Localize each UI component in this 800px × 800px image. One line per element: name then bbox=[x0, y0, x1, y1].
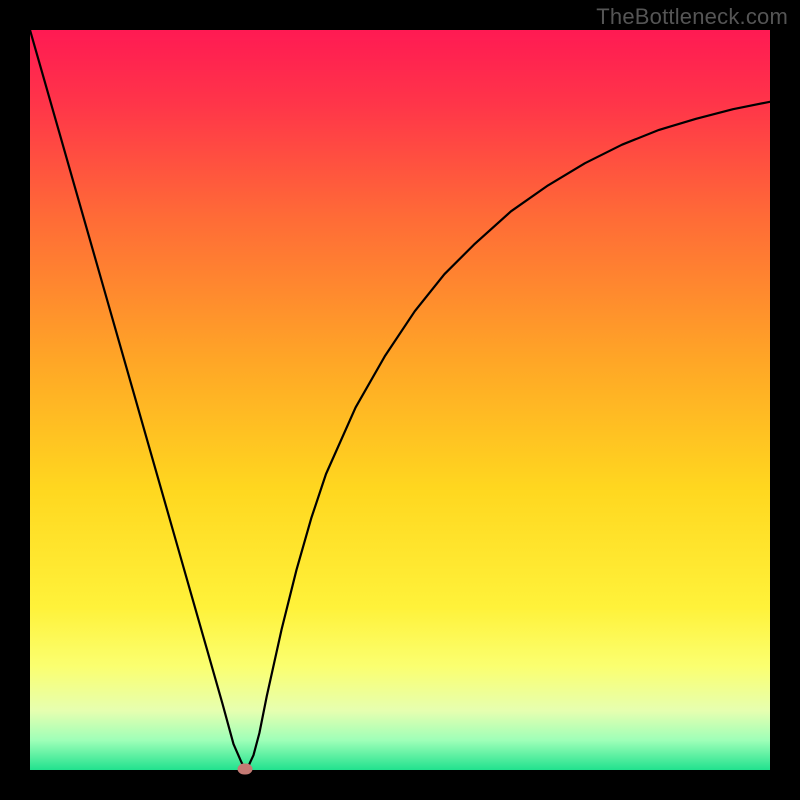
bottleneck-chart bbox=[30, 30, 770, 770]
chart-background-gradient bbox=[30, 30, 770, 770]
optimal-point-marker bbox=[237, 763, 252, 774]
watermark-text: TheBottleneck.com bbox=[596, 4, 788, 30]
plot-frame bbox=[30, 30, 770, 770]
